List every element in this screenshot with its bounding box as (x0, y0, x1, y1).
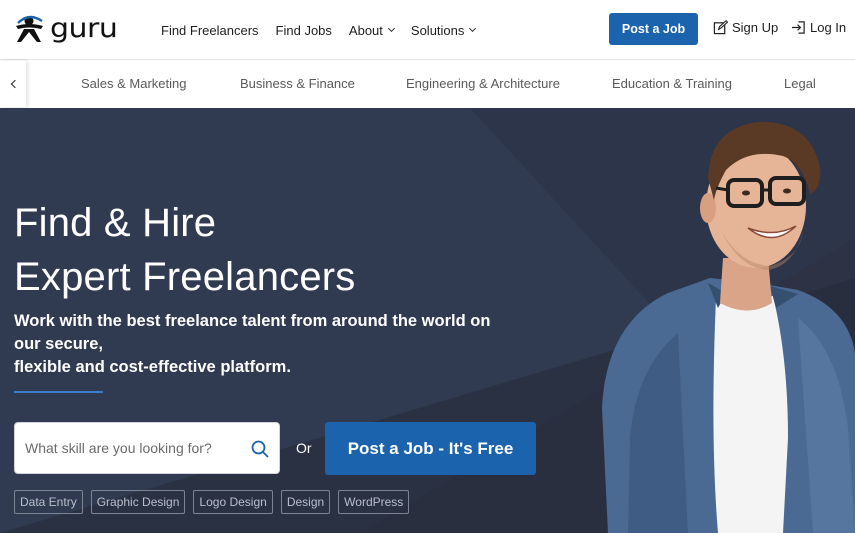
tag-wordpress[interactable]: WordPress (338, 490, 410, 514)
subtext-line: Work with the best freelance talent from… (14, 312, 491, 353)
nav-find-jobs[interactable]: Find Jobs (276, 23, 332, 38)
tag-logo-design[interactable]: Logo Design (193, 490, 273, 514)
log-in-label: Log In (810, 20, 847, 35)
category-sales-marketing[interactable]: Sales & Marketing (81, 61, 187, 107)
chevron-down-icon (469, 24, 477, 33)
guru-logo[interactable]: guru (12, 12, 118, 45)
main-nav: Find Freelancers Find Jobs About Solutio… (161, 0, 477, 60)
logo-wordmark: guru (50, 12, 118, 45)
guru-mascot-icon (16, 15, 43, 42)
sign-up-link[interactable]: Sign Up (713, 20, 778, 35)
nav-label: Solutions (410, 22, 465, 38)
hero-subtext: Work with the best freelance talent from… (14, 310, 514, 379)
search-icon[interactable] (251, 440, 269, 458)
nav-label: About (348, 22, 383, 38)
chevron-left-icon (10, 79, 19, 89)
nav-find-freelancers[interactable]: Find Freelancers (161, 23, 259, 38)
skill-search-input[interactable] (25, 423, 235, 473)
category-education-training[interactable]: Education & Training (612, 61, 732, 107)
tag-graphic-design[interactable]: Graphic Design (90, 490, 186, 514)
category-bar: Sales & Marketing Business & Finance Eng… (0, 61, 855, 108)
sign-up-label: Sign Up (732, 20, 779, 35)
skill-search-box (14, 422, 280, 474)
nav-label: Find Freelancers (161, 22, 259, 38)
category-business-finance[interactable]: Business & Finance (240, 61, 355, 107)
category-prev-button[interactable] (0, 61, 26, 107)
category-engineering-architecture[interactable]: Engineering & Architecture (406, 61, 560, 107)
hero-person-image (602, 121, 855, 533)
post-job-free-button[interactable]: Post a Job - It's Free (325, 422, 536, 475)
nav-about[interactable]: About (348, 22, 395, 38)
login-icon (791, 21, 805, 34)
hero-section: Find & Hire Expert Freelancers Work with… (0, 108, 855, 533)
popular-skill-tags: Data Entry Graphic Design Logo Design De… (14, 490, 410, 514)
headline-line: Find & Hire (14, 201, 217, 245)
nav-label: Find Jobs (275, 22, 332, 38)
subtext-line: flexible and cost-effective platform. (14, 358, 291, 376)
or-label: Or (296, 440, 312, 456)
nav-solutions[interactable]: Solutions (410, 22, 477, 38)
category-legal[interactable]: Legal (784, 61, 816, 107)
chevron-down-icon (387, 24, 395, 33)
log-in-link[interactable]: Log In (791, 20, 846, 35)
post-a-job-button[interactable]: Post a Job (609, 13, 698, 45)
top-navigation: guru Find Freelancers Find Jobs About So… (0, 0, 855, 60)
accent-divider (14, 391, 103, 393)
headline-line: Expert Freelancers (14, 255, 356, 299)
tag-data-entry[interactable]: Data Entry (14, 490, 83, 514)
hero-headline: Find & Hire Expert Freelancers (14, 196, 356, 304)
edit-icon (713, 20, 728, 35)
tag-design[interactable]: Design (280, 490, 331, 514)
